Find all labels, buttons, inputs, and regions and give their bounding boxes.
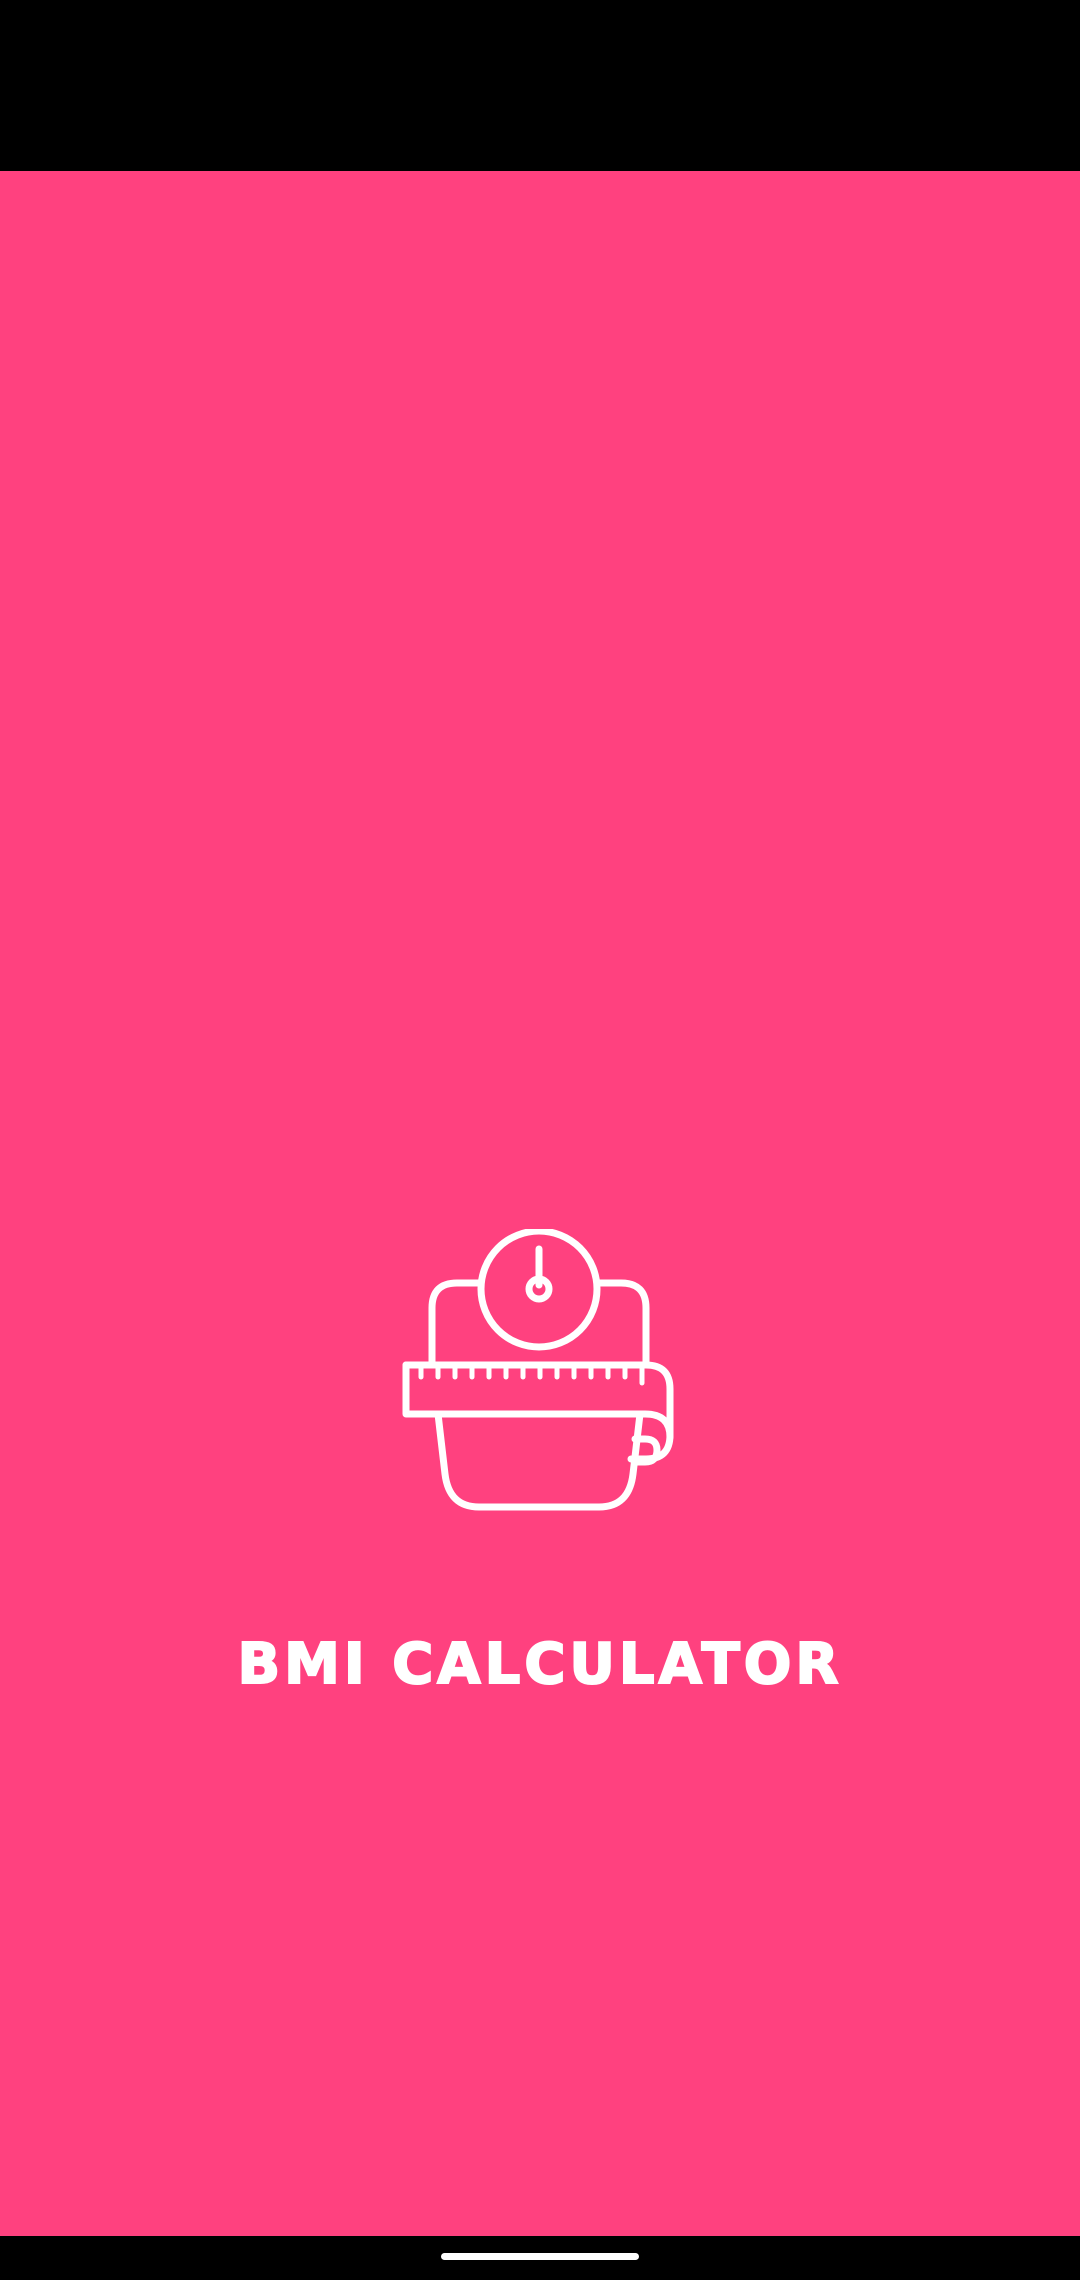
home-indicator[interactable]	[441, 2253, 639, 2260]
app-title: BMI CALCULATOR	[236, 1632, 843, 1698]
scale-with-measuring-tape-icon	[402, 1229, 674, 1511]
navigation-bar	[0, 2236, 1080, 2280]
status-bar	[0, 0, 1080, 171]
splash-screen: BMI CALCULATOR	[0, 171, 1080, 2236]
screen: BMI CALCULATOR	[0, 0, 1080, 2280]
